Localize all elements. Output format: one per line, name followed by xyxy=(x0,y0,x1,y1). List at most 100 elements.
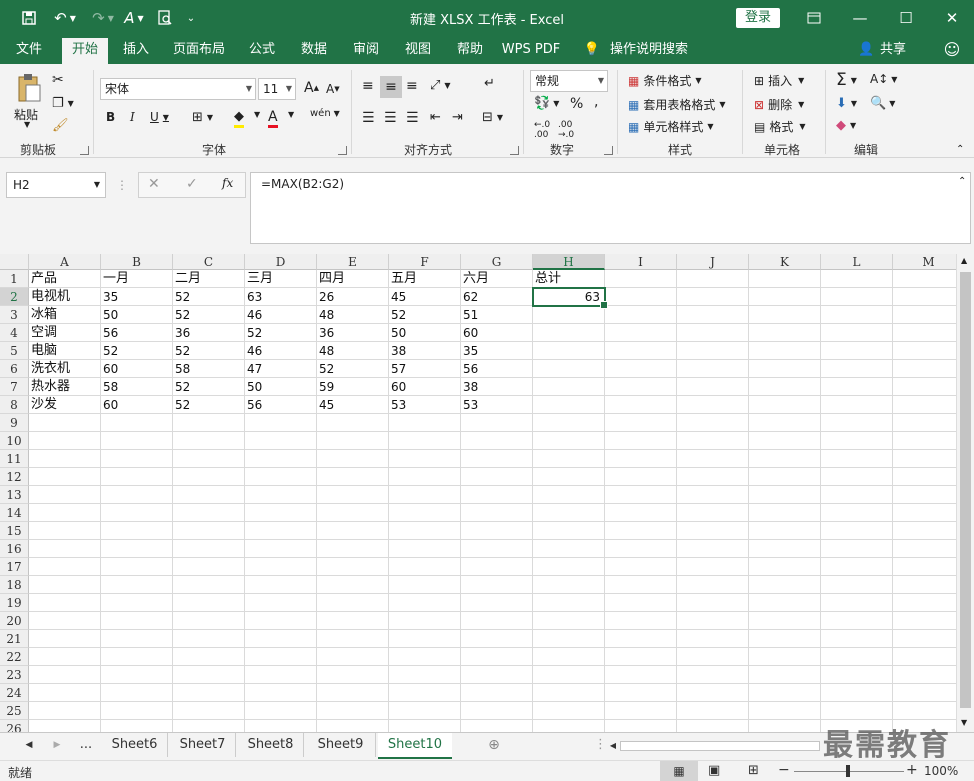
cell-I16[interactable] xyxy=(605,540,677,558)
cell-G1[interactable]: 六月 xyxy=(461,270,533,288)
cell-M19[interactable] xyxy=(893,594,956,612)
cell-C8[interactable]: 52 xyxy=(173,396,245,414)
cell-G7[interactable]: 38 xyxy=(461,378,533,396)
row-header[interactable]: 6 xyxy=(0,360,29,378)
cell-D3[interactable]: 46 xyxy=(245,306,317,324)
cell-G20[interactable] xyxy=(461,612,533,630)
cell-A17[interactable] xyxy=(29,558,101,576)
cell-E24[interactable] xyxy=(317,684,389,702)
cell-M5[interactable] xyxy=(893,342,956,360)
cell-F10[interactable] xyxy=(389,432,461,450)
cell-I13[interactable] xyxy=(605,486,677,504)
cell-I6[interactable] xyxy=(605,360,677,378)
row-header[interactable]: 4 xyxy=(0,324,29,342)
cell-G18[interactable] xyxy=(461,576,533,594)
row-header[interactable]: 10 xyxy=(0,432,29,450)
print-preview-icon[interactable] xyxy=(154,8,176,28)
cell-B8[interactable]: 60 xyxy=(101,396,173,414)
cell-C11[interactable] xyxy=(173,450,245,468)
cell-A13[interactable] xyxy=(29,486,101,504)
ribbon-display-icon[interactable] xyxy=(791,0,837,36)
decrease-indent-icon[interactable]: ⇤ xyxy=(430,110,441,125)
cell-H17[interactable] xyxy=(533,558,605,576)
column-header[interactable]: M xyxy=(893,254,956,270)
cell-F7[interactable]: 60 xyxy=(389,378,461,396)
cell-J8[interactable] xyxy=(677,396,749,414)
cell-B25[interactable] xyxy=(101,702,173,720)
worksheet-grid[interactable]: A B C D E F G H I J K L M 1 产品 一月 二月 三月 四月 五月 六月 总计 2 电视机 35 52 63… xyxy=(0,254,956,732)
insert-cells-button[interactable]: ⊞ 插入 ▼ xyxy=(754,72,804,89)
sheet-tab-sheet10[interactable]: Sheet10 xyxy=(378,733,452,759)
cell-G25[interactable] xyxy=(461,702,533,720)
cell-G2[interactable]: 62 xyxy=(461,288,533,306)
column-header[interactable]: F xyxy=(389,254,461,270)
number-launcher-icon[interactable] xyxy=(604,146,613,155)
cell-C14[interactable] xyxy=(173,504,245,522)
cell-M18[interactable] xyxy=(893,576,956,594)
cell-E20[interactable] xyxy=(317,612,389,630)
align-right-icon[interactable]: ☰ xyxy=(406,110,419,126)
tab-file[interactable]: 文件 xyxy=(6,36,52,64)
cell-G16[interactable] xyxy=(461,540,533,558)
cell-style-button[interactable]: ▦ 单元格样式 ▼ xyxy=(628,118,714,135)
cell-B9[interactable] xyxy=(101,414,173,432)
cell-H10[interactable] xyxy=(533,432,605,450)
cell-A3[interactable]: 冰箱 xyxy=(29,306,101,324)
cell-D18[interactable] xyxy=(245,576,317,594)
increase-indent-icon[interactable]: ⇥ xyxy=(452,110,463,125)
cell-F18[interactable] xyxy=(389,576,461,594)
align-center-icon[interactable]: ☰ xyxy=(384,110,397,126)
cell-L16[interactable] xyxy=(821,540,893,558)
cell-K8[interactable] xyxy=(749,396,821,414)
column-header[interactable]: G xyxy=(461,254,533,270)
phonetic-icon[interactable]: wén ▼ xyxy=(310,108,340,119)
clipboard-launcher-icon[interactable] xyxy=(80,146,89,155)
cell-H7[interactable] xyxy=(533,378,605,396)
row-header[interactable]: 2 xyxy=(0,288,29,306)
tab-help[interactable]: 帮助 xyxy=(448,36,492,64)
cell-A12[interactable] xyxy=(29,468,101,486)
cell-F4[interactable]: 50 xyxy=(389,324,461,342)
font-name-select[interactable]: 宋体 ▼ xyxy=(100,78,256,100)
cell-G13[interactable] xyxy=(461,486,533,504)
cell-H6[interactable] xyxy=(533,360,605,378)
cell-E22[interactable] xyxy=(317,648,389,666)
cell-C26[interactable] xyxy=(173,720,245,732)
column-header[interactable]: J xyxy=(677,254,749,270)
cell-H1[interactable]: 总计 xyxy=(533,270,605,288)
sheet-prev-icon[interactable]: ◀ xyxy=(22,733,36,757)
cell-B15[interactable] xyxy=(101,522,173,540)
cell-J15[interactable] xyxy=(677,522,749,540)
percent-icon[interactable]: % xyxy=(570,96,583,112)
paste-icon[interactable] xyxy=(14,72,44,104)
cell-C2[interactable]: 52 xyxy=(173,288,245,306)
cell-I19[interactable] xyxy=(605,594,677,612)
cell-F8[interactable]: 53 xyxy=(389,396,461,414)
cell-F11[interactable] xyxy=(389,450,461,468)
cell-I5[interactable] xyxy=(605,342,677,360)
cell-C22[interactable] xyxy=(173,648,245,666)
cell-C20[interactable] xyxy=(173,612,245,630)
column-header[interactable]: I xyxy=(605,254,677,270)
cell-E1[interactable]: 四月 xyxy=(317,270,389,288)
cell-C16[interactable] xyxy=(173,540,245,558)
sort-filter-icon[interactable]: A↕ ▼ xyxy=(870,72,897,86)
cell-K19[interactable] xyxy=(749,594,821,612)
cell-G9[interactable] xyxy=(461,414,533,432)
cell-C13[interactable] xyxy=(173,486,245,504)
cell-L12[interactable] xyxy=(821,468,893,486)
cell-B5[interactable]: 52 xyxy=(101,342,173,360)
cell-C10[interactable] xyxy=(173,432,245,450)
cell-F16[interactable] xyxy=(389,540,461,558)
cell-H2[interactable]: 63 xyxy=(533,288,605,306)
cell-J25[interactable] xyxy=(677,702,749,720)
font-color-dropdown-icon[interactable]: ▼ xyxy=(288,110,294,119)
clear-icon[interactable]: ◆ ▼ xyxy=(836,118,856,133)
cell-K26[interactable] xyxy=(749,720,821,732)
cell-D7[interactable]: 50 xyxy=(245,378,317,396)
cell-K6[interactable] xyxy=(749,360,821,378)
cell-G12[interactable] xyxy=(461,468,533,486)
cell-I15[interactable] xyxy=(605,522,677,540)
cell-L6[interactable] xyxy=(821,360,893,378)
cell-H4[interactable] xyxy=(533,324,605,342)
